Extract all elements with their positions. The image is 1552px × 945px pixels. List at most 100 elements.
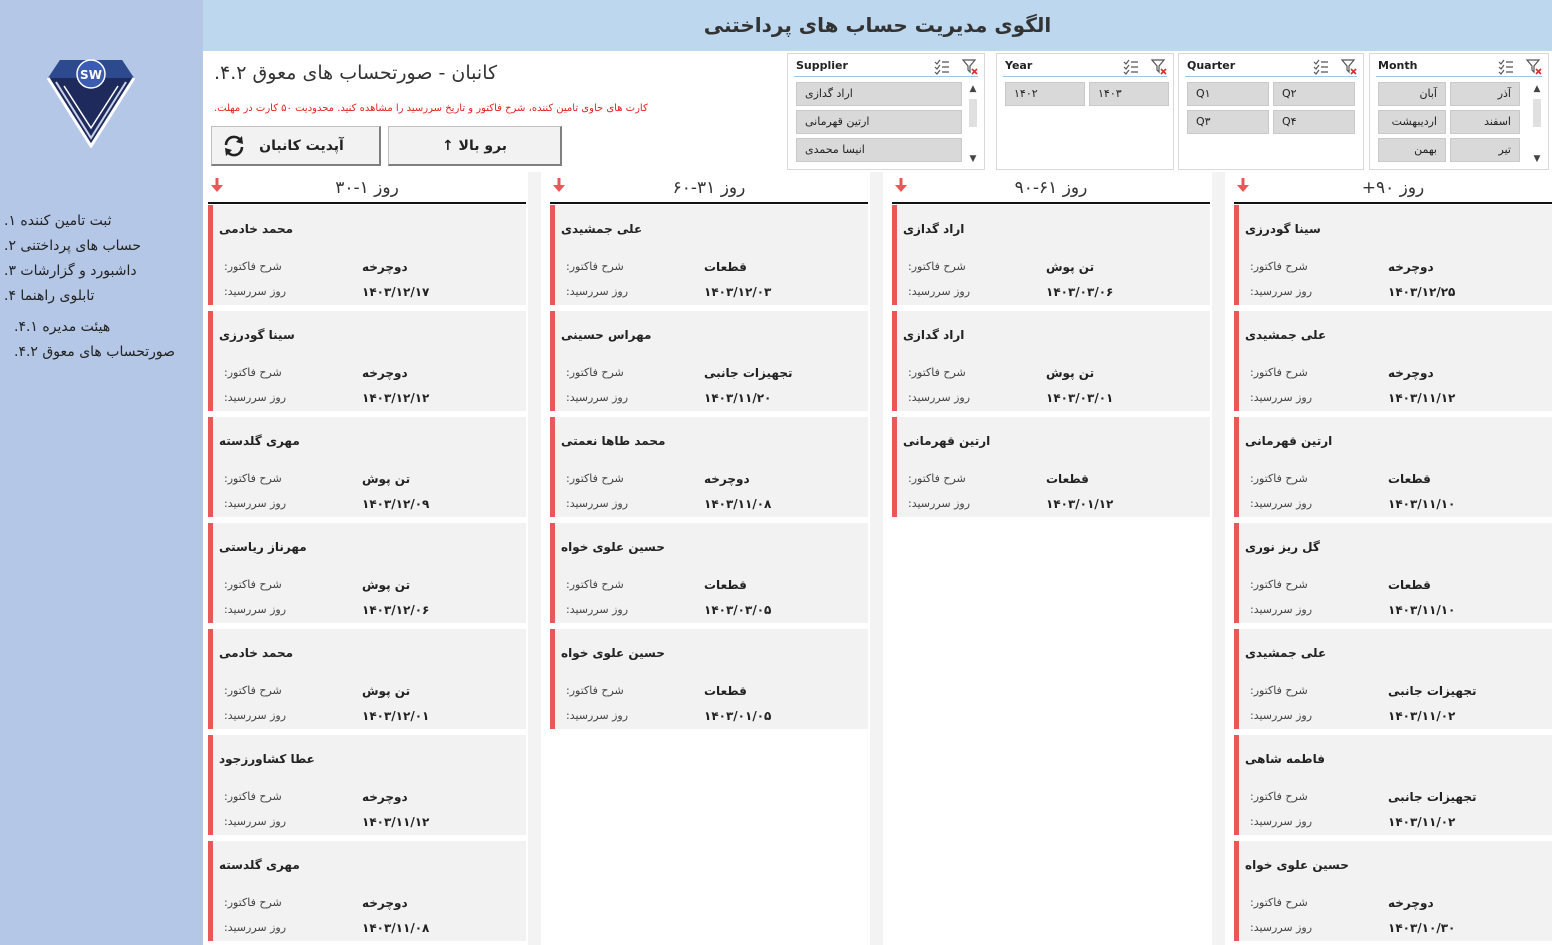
sidebar-item-register-supplier[interactable]: ثبت تامین کننده ۱.: [0, 209, 203, 234]
scroll-down-icon[interactable]: ▼: [1530, 153, 1544, 165]
card-desc-value: تن پوش: [1046, 260, 1095, 274]
kanban-card[interactable]: سینا گودرزی شرح فاکتور: دوچرخه روز سررسی…: [208, 311, 526, 411]
card-desc-value: دوچرخه: [362, 790, 408, 804]
multi-select-icon[interactable]: [1123, 59, 1139, 75]
kanban-card[interactable]: حسین علوی خواه شرح فاکتور: قطعات روز سرر…: [550, 523, 868, 623]
card-due-value: ۱۴۰۳/۱۲/۱۲: [362, 391, 430, 405]
supplier-slicer-scrollbar[interactable]: ▲ ▼: [966, 83, 980, 165]
card-desc-value: دوچرخه: [362, 260, 408, 274]
kanban-card[interactable]: محمد خادمی شرح فاکتور: دوچرخه روز سررسید…: [208, 205, 526, 305]
card-due-label: روز سررسید:: [566, 285, 629, 298]
scroll-up-icon[interactable]: ▲: [966, 83, 980, 95]
card-due-value: ۱۴۰۳/۱۱/۰۲: [1388, 709, 1456, 723]
card-due-label: روز سررسید:: [566, 391, 629, 404]
kanban-card[interactable]: فاطمه شاهی شرح فاکتور: تجهیزات جانبی روز…: [1234, 735, 1552, 835]
slicer-item-month[interactable]: بهمن: [1378, 138, 1446, 162]
slicer-item-quarter[interactable]: Q۴: [1273, 110, 1355, 134]
slicer-item-month[interactable]: آذر: [1450, 82, 1520, 106]
card-supplier: حسین علوی خواه: [561, 540, 665, 554]
month-slicer: Month آبان آذر اردیبهشت اسفند بهمن تیر ▲…: [1369, 53, 1549, 170]
sidebar-item-overdue-invoices[interactable]: صورتحساب های معوق ۴.۲.: [0, 340, 203, 365]
slicer-item-supplier[interactable]: اراد گدازی: [796, 82, 962, 106]
card-desc-label: شرح فاکتور:: [1250, 260, 1308, 273]
slicer-item-month[interactable]: اردیبهشت: [1378, 110, 1446, 134]
kanban-card[interactable]: مهراس حسینی شرح فاکتور: تجهیزات جانبی رو…: [550, 311, 868, 411]
card-due-label: روز سررسید:: [1250, 709, 1313, 722]
kanban-card[interactable]: عطا کشاورزجود شرح فاکتور: دوچرخه روز سرر…: [208, 735, 526, 835]
card-due-value: ۱۴۰۳/۱۲/۰۶: [362, 603, 430, 617]
kanban-card[interactable]: محمد خادمی شرح فاکتور: تن پوش روز سررسید…: [208, 629, 526, 729]
multi-select-icon[interactable]: [1313, 59, 1329, 75]
card-desc-label: شرح فاکتور:: [1250, 472, 1308, 485]
slicer-item-year[interactable]: ۱۴۰۳: [1089, 82, 1169, 106]
clear-filter-icon[interactable]: [1341, 59, 1357, 75]
card-desc-value: قطعات: [1388, 472, 1431, 486]
card-desc-value: قطعات: [704, 260, 747, 274]
refresh-icon: [222, 135, 246, 157]
update-kanban-button[interactable]: آپدیت کانبان: [211, 126, 381, 166]
kanban-column-31-60: روز ۳۱-۶۰ علی جمشیدی شرح فاکتور: قطعات ر…: [550, 172, 868, 945]
go-top-button[interactable]: برو بالا ↑: [388, 126, 562, 166]
kanban-column-61-90: روز ۶۱-۹۰ اراد گدازی شرح فاکتور: تن پوش …: [892, 172, 1210, 945]
clear-filter-icon[interactable]: [1526, 59, 1542, 75]
kanban-card[interactable]: علی جمشیدی شرح فاکتور: تجهیزات جانبی روز…: [1234, 629, 1552, 729]
card-due-label: روز سررسید:: [224, 391, 287, 404]
app-title: الگوی مدیریت حساب های پرداختنی: [203, 0, 1552, 51]
kanban-card[interactable]: محمد طاها نعمتی شرح فاکتور: دوچرخه روز س…: [550, 417, 868, 517]
card-due-label: روز سررسید:: [224, 285, 287, 298]
slicer-item-supplier[interactable]: ارتین قهرمانی: [796, 110, 962, 134]
kanban-card[interactable]: اراد گدازی شرح فاکتور: تن پوش روز سررسید…: [892, 205, 1210, 305]
year-slicer-title: Year: [1005, 59, 1033, 72]
kanban-card[interactable]: ارتین قهرمانی شرح فاکتور: قطعات روز سررس…: [1234, 417, 1552, 517]
multi-select-icon[interactable]: [1498, 59, 1514, 75]
sidebar-item-guide-board[interactable]: تابلوی راهنما ۴.: [0, 284, 203, 309]
kanban-card[interactable]: مهرناز ریاستی شرح فاکتور: تن پوش روز سرر…: [208, 523, 526, 623]
kanban-card[interactable]: گل ریز نوری شرح فاکتور: قطعات روز سررسید…: [1234, 523, 1552, 623]
month-slicer-scrollbar[interactable]: ▲ ▼: [1530, 83, 1544, 165]
slicer-item-month[interactable]: اسفند: [1450, 110, 1520, 134]
card-desc-value: تن پوش: [362, 472, 411, 486]
kanban-card[interactable]: حسین علوی خواه شرح فاکتور: دوچرخه روز سر…: [1234, 841, 1552, 941]
scroll-down-icon[interactable]: ▼: [966, 153, 980, 165]
card-supplier: فاطمه شاهی: [1245, 752, 1325, 766]
sidebar-item-accounts-payable[interactable]: حساب های پرداختنی ۲.: [0, 234, 203, 259]
kanban-card[interactable]: اراد گدازی شرح فاکتور: تن پوش روز سررسید…: [892, 311, 1210, 411]
card-desc-label: شرح فاکتور:: [1250, 366, 1308, 379]
sidebar-item-board-of-directors[interactable]: هیئت مدیره ۴.۱.: [0, 315, 203, 340]
card-supplier: مهری گلدسته: [219, 858, 300, 872]
card-due-value: ۱۴۰۳/۰۱/۰۵: [704, 709, 772, 723]
card-due-value: ۱۴۰۳/۱۲/۲۵: [1388, 285, 1456, 299]
slicer-item-year[interactable]: ۱۴۰۲: [1005, 82, 1085, 106]
kanban-card[interactable]: مهری گلدسته شرح فاکتور: دوچرخه روز سررسی…: [208, 841, 526, 941]
card-due-label: روز سررسید:: [224, 603, 287, 616]
sidebar-item-dashboard[interactable]: داشبورد و گزارشات ۳.: [0, 259, 203, 284]
card-due-label: روز سررسید:: [1250, 815, 1313, 828]
slicer-item-quarter[interactable]: Q۳: [1187, 110, 1269, 134]
card-due-label: روز سررسید:: [224, 815, 287, 828]
card-desc-label: شرح فاکتور:: [908, 366, 966, 379]
slicer-item-month[interactable]: تیر: [1450, 138, 1520, 162]
kanban-card[interactable]: سینا گودرزی شرح فاکتور: دوچرخه روز سررسی…: [1234, 205, 1552, 305]
clear-filter-icon[interactable]: [962, 59, 978, 75]
clear-filter-icon[interactable]: [1151, 59, 1167, 75]
page-note: کارت های حاوی تامین کننده، شرح فاکتور و …: [214, 103, 648, 114]
card-due-value: ۱۴۰۳/۰۳/۰۵: [704, 603, 772, 617]
slicer-item-supplier[interactable]: انیسا محمدی: [796, 138, 962, 162]
kanban-card[interactable]: مهری گلدسته شرح فاکتور: تن پوش روز سررسی…: [208, 417, 526, 517]
supplier-slicer: Supplier اراد گدازی ارتین قهرمانی انیسا …: [787, 53, 985, 170]
update-kanban-label: آپدیت کانبان: [259, 137, 344, 154]
card-desc-label: شرح فاکتور:: [224, 684, 282, 697]
slicer-item-quarter[interactable]: Q۲: [1273, 82, 1355, 106]
scroll-up-icon[interactable]: ▲: [1530, 83, 1544, 95]
card-supplier: محمد خادمی: [219, 222, 294, 236]
kanban-column-90-plus: روز ۹۰+ سینا گودرزی شرح فاکتور: دوچرخه ر…: [1234, 172, 1552, 945]
card-due-value: ۱۴۰۳/۱۱/۰۲: [1388, 815, 1456, 829]
kanban-card[interactable]: حسین علوی خواه شرح فاکتور: قطعات روز سرر…: [550, 629, 868, 729]
kanban-card[interactable]: علی جمشیدی شرح فاکتور: قطعات روز سررسید:…: [550, 205, 868, 305]
multi-select-icon[interactable]: [934, 59, 950, 75]
slicer-item-month[interactable]: آبان: [1378, 82, 1446, 106]
card-due-value: ۱۴۰۳/۰۳/۰۱: [1046, 391, 1114, 405]
slicer-item-quarter[interactable]: Q۱: [1187, 82, 1269, 106]
kanban-card[interactable]: علی جمشیدی شرح فاکتور: دوچرخه روز سررسید…: [1234, 311, 1552, 411]
kanban-card[interactable]: ارتین قهرمانی شرح فاکتور: قطعات روز سررس…: [892, 417, 1210, 517]
